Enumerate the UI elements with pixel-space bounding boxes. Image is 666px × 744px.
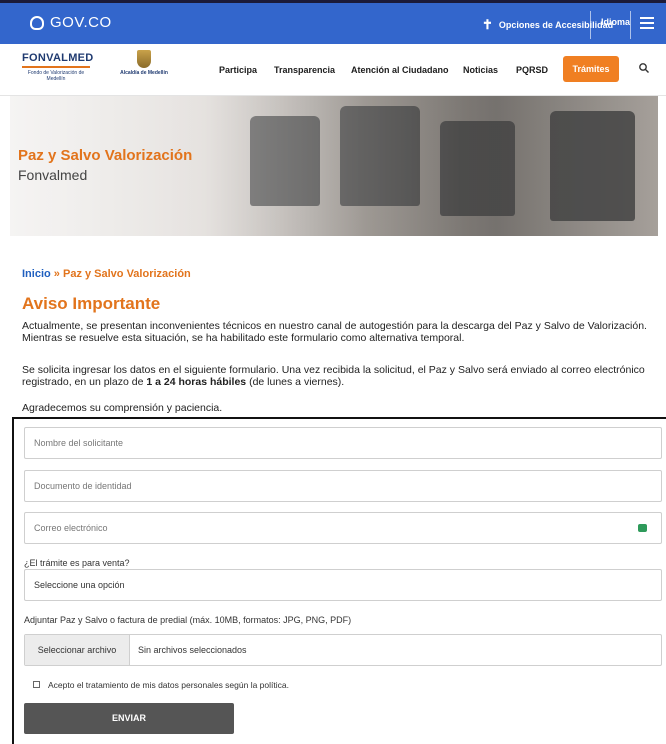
brand-subtitle: Fondo de Valorización de Medellín: [27, 70, 85, 82]
accessibility-icon: ✝: [482, 17, 493, 32]
consent-checkbox[interactable]: [33, 681, 40, 688]
alcaldia-shield-icon: [137, 50, 151, 68]
notice-heading: Aviso Importante: [22, 294, 161, 313]
file-status: Sin archivos seleccionados: [138, 645, 247, 655]
autofill-icon[interactable]: [638, 524, 647, 532]
attach-label: Adjuntar Paz y Salvo o factura de predia…: [24, 615, 352, 625]
file-input[interactable]: Seleccionar archivo Sin archivos selecci…: [24, 634, 662, 666]
alcaldia-logo[interactable]: Alcaldía de Medellín: [114, 50, 174, 76]
gov-bar-divider: [590, 11, 591, 39]
tramites-button[interactable]: Trámites: [563, 56, 619, 82]
accessibility-label: Opciones de Accesibilidad: [498, 19, 614, 30]
sale-select-value: Seleccione una opción: [34, 580, 125, 590]
breadcrumb-separator: »: [53, 268, 60, 280]
select-file-button[interactable]: Seleccionar archivo: [25, 635, 130, 665]
nav-participa[interactable]: Participa: [219, 65, 257, 75]
notice-paragraph-3: Agradecemos su comprensión y paciencia.: [22, 402, 223, 414]
sale-select[interactable]: Seleccione una opción: [24, 569, 662, 601]
breadcrumb: Inicio » Paz y Salvo Valorización: [22, 268, 191, 280]
breadcrumb-current: Paz y Salvo Valorización: [62, 268, 191, 280]
hero-overlay: [10, 96, 658, 236]
sale-question-label: ¿El trámite es para venta?: [24, 558, 130, 568]
hero-subtitle: Fonvalmed: [18, 167, 88, 183]
accessibility-options-button[interactable]: ✝ Opciones de Accesibilidad: [482, 18, 613, 31]
nav-noticias[interactable]: Noticias: [463, 65, 498, 75]
nav-pqrsd[interactable]: PQRSD: [516, 65, 548, 75]
id-document-placeholder: Documento de identidad: [34, 481, 132, 491]
response-time-bold: 1 a 24 horas hábiles: [146, 376, 247, 388]
hamburger-menu-icon[interactable]: [640, 17, 654, 29]
gov-top-bar: GOV.CO ✝ Opciones de Accesibilidad Idiom…: [0, 0, 666, 44]
consent-label: Acepto el tratamiento de mis datos perso…: [48, 680, 289, 690]
gov-bar-divider: [630, 11, 631, 39]
brand-name: FONVALMED: [22, 52, 94, 64]
nav-transparencia[interactable]: Transparencia: [274, 65, 335, 75]
nav-atencion-ciudadano[interactable]: Atención al Ciudadano: [351, 65, 449, 75]
name-placeholder: Nombre del solicitante: [34, 438, 124, 448]
name-input[interactable]: Nombre del solicitante: [24, 427, 662, 459]
brand-underline: [22, 66, 90, 68]
hero-banner: Paz y Salvo Valorización Fonvalmed: [10, 96, 658, 236]
search-icon[interactable]: [638, 62, 650, 74]
alcaldia-name: Alcaldía de Medellín: [120, 70, 168, 76]
email-placeholder: Correo electrónico: [34, 523, 108, 533]
id-document-input[interactable]: Documento de identidad: [24, 470, 662, 502]
hero-title: Paz y Salvo Valorización: [18, 147, 193, 164]
gov-shield-icon: [30, 15, 44, 30]
notice-paragraph-1: Actualmente, se presentan inconvenientes…: [22, 320, 647, 344]
submit-button[interactable]: ENVIAR: [24, 703, 234, 734]
fonvalmed-logo[interactable]: FONVALMED Fondo de Valorización de Medel…: [22, 52, 97, 82]
gov-co-logo[interactable]: GOV.CO: [30, 14, 112, 31]
language-button[interactable]: Idioma: [601, 17, 630, 27]
site-header: FONVALMED Fondo de Valorización de Medel…: [0, 44, 666, 96]
email-input[interactable]: Correo electrónico: [24, 512, 662, 544]
notice-paragraph-2: Se solicita ingresar los datos en el sig…: [22, 364, 645, 388]
breadcrumb-home-link[interactable]: Inicio: [22, 268, 51, 280]
gov-logo-text: GOV.CO: [50, 14, 112, 31]
